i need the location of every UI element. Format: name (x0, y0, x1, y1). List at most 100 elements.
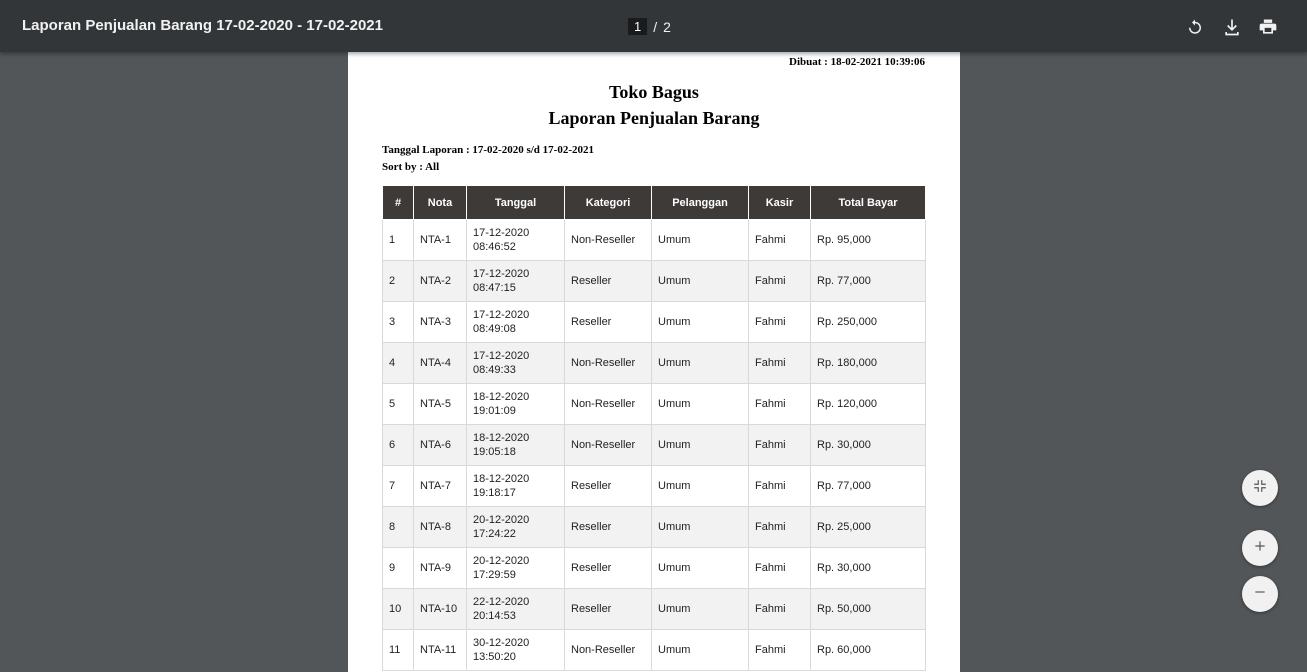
total-bayar-cell: Rp. 30,000 (810, 547, 926, 589)
table-row: 4 NTA-4 17-12-2020 08:49:33 Non-Reseller Umum… (382, 342, 926, 384)
total-bayar-cell: Rp. 50,000 (810, 588, 926, 630)
row-number: 3 (382, 301, 414, 343)
zoom-in-button[interactable] (1242, 530, 1278, 566)
table-row: 1 NTA-1 17-12-2020 08:46:52 Non-Reseller Umum… (382, 219, 926, 261)
tanggal-time: 08:46:52 (473, 241, 516, 253)
row-number: 4 (382, 342, 414, 384)
rotate-icon[interactable] (1184, 16, 1206, 38)
kasir-cell: Fahmi (748, 301, 811, 343)
total-bayar-cell: Rp. 25,000 (810, 506, 926, 548)
total-bayar-cell: Rp. 60,000 (810, 629, 926, 671)
current-page-input[interactable]: 1 (628, 18, 648, 35)
fit-to-page-button[interactable] (1242, 470, 1278, 506)
pelanggan-cell: Umum (651, 424, 749, 466)
table-row: 2 NTA-2 17-12-2020 08:47:15 Reseller Umum Fahm… (382, 260, 926, 302)
pelanggan-cell: Umum (651, 342, 749, 384)
row-number: 1 (382, 219, 414, 261)
row-number: 9 (382, 547, 414, 589)
kategori-cell: Reseller (564, 547, 652, 589)
total-bayar-cell: Rp. 30,000 (810, 424, 926, 466)
print-icon[interactable] (1257, 16, 1279, 38)
nota-cell: NTA-5 (413, 383, 467, 425)
fit-to-page-icon (1253, 479, 1267, 498)
kasir-cell: Fahmi (748, 629, 811, 671)
tanggal-date: 17-12-2020 (473, 227, 530, 239)
report-date-range: Tanggal Laporan : 17-02-2020 s/d 17-02-2… (382, 144, 594, 156)
table-row: 6 NTA-6 18-12-2020 19:05:18 Non-Reseller Umum… (382, 424, 926, 466)
nota-cell: NTA-8 (413, 506, 467, 548)
tanggal-date: 18-12-2020 (473, 432, 530, 444)
total-bayar-cell: Rp. 250,000 (810, 301, 926, 343)
tanggal-cell: 30-12-2020 13:50:20 (466, 629, 565, 671)
nota-cell: NTA-6 (413, 424, 467, 466)
tanggal-date: 20-12-2020 (473, 555, 530, 567)
tanggal-cell: 17-12-2020 08:49:33 (466, 342, 565, 384)
tanggal-date: 18-12-2020 (473, 391, 530, 403)
tanggal-cell: 17-12-2020 08:47:15 (466, 260, 565, 302)
total-bayar-cell: Rp. 77,000 (810, 465, 926, 507)
pdf-page: Dibuat : 18-02-2021 10:39:06 Toko Bagus … (348, 52, 960, 672)
kasir-cell: Fahmi (748, 465, 811, 507)
table-row: 11 NTA-11 30-12-2020 13:50:20 Non-Reseller Um… (382, 629, 926, 671)
row-number: 6 (382, 424, 414, 466)
tanggal-time: 17:29:59 (473, 569, 516, 581)
tanggal-date: 18-12-2020 (473, 473, 530, 485)
tanggal-time: 08:47:15 (473, 282, 516, 294)
kategori-cell: Reseller (564, 301, 652, 343)
tanggal-time: 13:50:20 (473, 651, 516, 663)
tanggal-date: 22-12-2020 (473, 596, 530, 608)
store-name: Toko Bagus (609, 82, 699, 102)
row-number: 11 (382, 629, 414, 671)
kategori-cell: Reseller (564, 506, 652, 548)
total-bayar-cell: Rp. 180,000 (810, 342, 926, 384)
pelanggan-cell: Umum (651, 219, 749, 261)
col-kasir: Kasir (748, 185, 811, 220)
pelanggan-cell: Umum (651, 301, 749, 343)
download-icon[interactable] (1221, 16, 1243, 38)
kasir-cell: Fahmi (748, 342, 811, 384)
col-tanggal: Tanggal (466, 185, 565, 220)
col-pelanggan: Pelanggan (651, 185, 749, 220)
kategori-cell: Reseller (564, 465, 652, 507)
nota-cell: NTA-10 (413, 588, 467, 630)
zoom-out-button[interactable] (1242, 576, 1278, 612)
tanggal-cell: 17-12-2020 08:46:52 (466, 219, 565, 261)
tanggal-time: 19:01:09 (473, 405, 516, 417)
zoom-out-icon (1253, 585, 1267, 604)
tanggal-time: 08:49:33 (473, 364, 516, 376)
kasir-cell: Fahmi (748, 383, 811, 425)
table-header-row: # Nota Tanggal Kategori Pelanggan Kasir … (382, 185, 926, 220)
total-bayar-cell: Rp. 77,000 (810, 260, 926, 302)
tanggal-time: 08:49:08 (473, 323, 516, 335)
tanggal-cell: 20-12-2020 17:24:22 (466, 506, 565, 548)
nota-cell: NTA-11 (413, 629, 467, 671)
sales-table: # Nota Tanggal Kategori Pelanggan Kasir … (382, 185, 926, 671)
tanggal-cell: 22-12-2020 20:14:53 (466, 588, 565, 630)
sort-by-label: Sort by : All (382, 161, 440, 173)
tanggal-date: 17-12-2020 (473, 309, 530, 321)
pelanggan-cell: Umum (651, 383, 749, 425)
tanggal-cell: 20-12-2020 17:29:59 (466, 547, 565, 589)
nota-cell: NTA-4 (413, 342, 467, 384)
tanggal-cell: 17-12-2020 08:49:08 (466, 301, 565, 343)
kategori-cell: Reseller (564, 588, 652, 630)
zoom-in-icon (1253, 539, 1267, 558)
pelanggan-cell: Umum (651, 260, 749, 302)
kasir-cell: Fahmi (748, 588, 811, 630)
pelanggan-cell: Umum (651, 506, 749, 548)
tanggal-cell: 18-12-2020 19:05:18 (466, 424, 565, 466)
page-separator: / (653, 18, 658, 35)
pelanggan-cell: Umum (651, 465, 749, 507)
kasir-cell: Fahmi (748, 219, 811, 261)
tanggal-date: 30-12-2020 (473, 637, 530, 649)
kasir-cell: Fahmi (748, 506, 811, 548)
kategori-cell: Non-Reseller (564, 424, 652, 466)
row-number: 10 (382, 588, 414, 630)
col-total-bayar: Total Bayar (810, 185, 926, 220)
row-number: 8 (382, 506, 414, 548)
nota-cell: NTA-3 (413, 301, 467, 343)
nota-cell: NTA-1 (413, 219, 467, 261)
kasir-cell: Fahmi (748, 424, 811, 466)
nota-cell: NTA-2 (413, 260, 467, 302)
kategori-cell: Non-Reseller (564, 383, 652, 425)
